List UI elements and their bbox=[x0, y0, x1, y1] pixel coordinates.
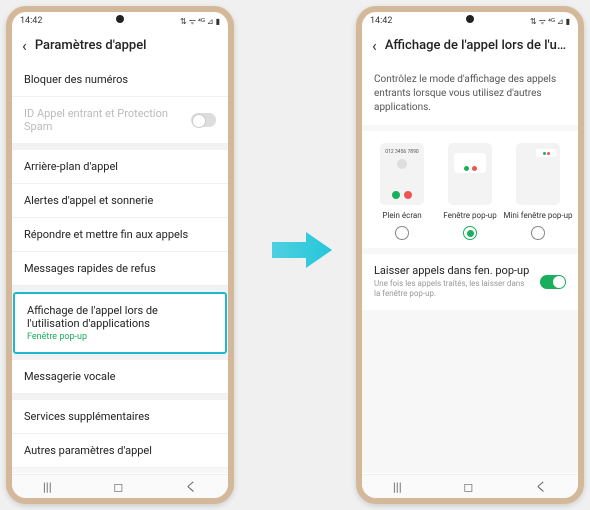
status-icons-right: ⇅ ᯤ ⁴ᴳ ⊿ ▮ bbox=[180, 16, 220, 27]
decline-icon bbox=[472, 166, 477, 171]
decline-icon bbox=[547, 152, 550, 155]
toggle-keep-popup[interactable] bbox=[540, 275, 566, 289]
item-call-background[interactable]: Arrière-plan d'appel bbox=[12, 150, 228, 184]
item-call-display-label: Affichage de l'appel lors de l'utilisati… bbox=[27, 304, 213, 330]
nav-bar: ||| ◻ く bbox=[12, 474, 228, 498]
avatar-icon bbox=[397, 159, 407, 169]
keep-in-popup-row[interactable]: Laisser appels dans fen. pop-up Une fois… bbox=[362, 254, 578, 310]
item-call-display[interactable]: Affichage de l'appel lors de l'utilisati… bbox=[13, 292, 227, 354]
decline-icon bbox=[404, 191, 412, 199]
toggle-caller-id[interactable] bbox=[191, 113, 216, 127]
option-mini-label: Mini fenêtre pop-up bbox=[504, 211, 573, 220]
arrow-icon bbox=[272, 230, 332, 270]
item-block-numbers[interactable]: Bloquer des numéros bbox=[12, 63, 228, 97]
status-time: 14:42 bbox=[370, 16, 392, 26]
item-call-display-sub: Fenêtre pop-up bbox=[27, 332, 213, 342]
keep-in-popup-text: Laisser appels dans fen. pop-up Une fois… bbox=[374, 264, 540, 300]
header: ‹ Affichage de l'appel lors de l'utilisa… bbox=[362, 30, 578, 63]
display-settings: Contrôlez le mode d'affichage des appels… bbox=[362, 63, 578, 473]
back-nav-icon[interactable]: く bbox=[535, 478, 547, 495]
item-caller-id-label: ID Appel entrant et Protection Spam bbox=[24, 107, 191, 133]
preview-fullscreen: 012 3456 7890 bbox=[380, 143, 424, 205]
settings-list: Bloquer des numéros ID Appel entrant et … bbox=[12, 63, 228, 473]
option-popup[interactable]: Fenêtre pop-up bbox=[440, 143, 500, 240]
popup-box bbox=[454, 153, 486, 173]
item-answer-end[interactable]: Répondre et mettre fin aux appels bbox=[12, 218, 228, 252]
item-voicemail[interactable]: Messagerie vocale bbox=[12, 360, 228, 394]
status-icons-right: ⇅ ᯤ ⁴ᴳ ⊿ ▮ bbox=[530, 16, 570, 27]
keep-in-popup-title: Laisser appels dans fen. pop-up bbox=[374, 264, 532, 277]
option-popup-label: Fenêtre pop-up bbox=[443, 211, 496, 220]
back-nav-icon[interactable]: く bbox=[185, 478, 197, 495]
preview-mini bbox=[516, 143, 560, 205]
home-icon[interactable]: ◻ bbox=[113, 480, 123, 494]
header: ‹ Paramètres d'appel bbox=[12, 30, 228, 63]
radio-mini[interactable] bbox=[531, 226, 545, 240]
preview-popup bbox=[448, 143, 492, 205]
description: Contrôlez le mode d'affichage des appels… bbox=[362, 63, 578, 125]
recents-icon[interactable]: ||| bbox=[43, 480, 52, 494]
option-mini[interactable]: Mini fenêtre pop-up bbox=[508, 143, 568, 240]
option-fullscreen-label: Plein écran bbox=[382, 211, 421, 220]
camera-notch bbox=[116, 15, 124, 23]
mini-box bbox=[536, 149, 556, 157]
item-supplementary[interactable]: Services supplémentaires bbox=[12, 400, 228, 434]
option-fullscreen[interactable]: 012 3456 7890 Plein écran bbox=[372, 143, 432, 240]
radio-fullscreen[interactable] bbox=[395, 226, 409, 240]
page-title: Paramètres d'appel bbox=[35, 38, 218, 53]
camera-notch bbox=[466, 15, 474, 23]
display-options: 012 3456 7890 Plein écran F bbox=[362, 131, 578, 248]
accept-icon bbox=[543, 152, 546, 155]
home-icon[interactable]: ◻ bbox=[463, 480, 473, 494]
page-title: Affichage de l'appel lors de l'utilisa..… bbox=[385, 38, 568, 53]
preview-number: 012 3456 7890 bbox=[385, 149, 418, 155]
accept-icon bbox=[464, 166, 469, 171]
item-call-alerts[interactable]: Alertes d'appel et sonnerie bbox=[12, 184, 228, 218]
item-quick-decline[interactable]: Messages rapides de refus bbox=[12, 252, 228, 286]
nav-bar: ||| ◻ く bbox=[362, 474, 578, 498]
back-icon[interactable]: ‹ bbox=[22, 36, 27, 55]
item-caller-id[interactable]: ID Appel entrant et Protection Spam bbox=[12, 97, 228, 144]
phone-right: 14:42 ⇅ ᯤ ⁴ᴳ ⊿ ▮ ‹ Affichage de l'appel … bbox=[356, 6, 584, 504]
item-other-settings[interactable]: Autres paramètres d'appel bbox=[12, 434, 228, 468]
status-time: 14:42 bbox=[20, 16, 42, 26]
phone-left: 14:42 ⇅ ᯤ ⁴ᴳ ⊿ ▮ ‹ Paramètres d'appel Bl… bbox=[6, 6, 234, 504]
back-icon[interactable]: ‹ bbox=[372, 36, 377, 55]
recents-icon[interactable]: ||| bbox=[393, 480, 402, 494]
radio-popup[interactable] bbox=[463, 226, 477, 240]
accept-icon bbox=[392, 191, 400, 199]
keep-in-popup-sub: Une fois les appels traités, les laisser… bbox=[374, 279, 532, 300]
call-buttons bbox=[392, 191, 412, 199]
